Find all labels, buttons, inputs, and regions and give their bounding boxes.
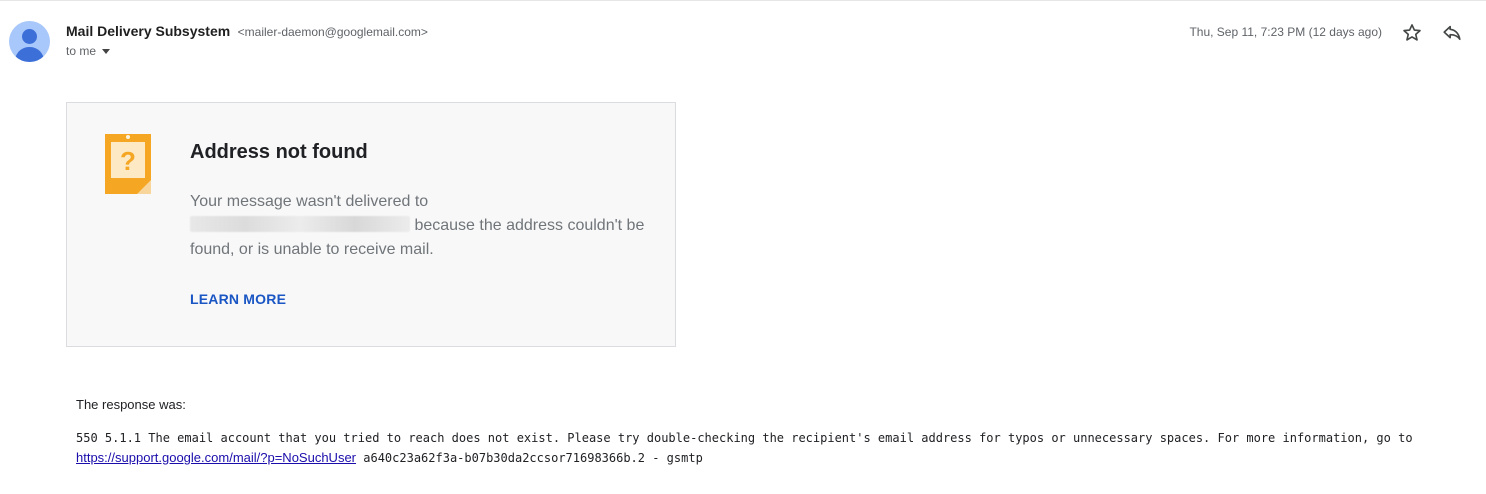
star-button[interactable] <box>1401 22 1423 44</box>
star-icon <box>1403 24 1421 41</box>
message-date: Thu, Sep 11, 7:23 PM (12 days ago) <box>1189 25 1382 39</box>
learn-more-link[interactable]: LEARN MORE <box>190 291 286 307</box>
sender-line: Mail Delivery Subsystem <mailer-daemon@g… <box>66 23 428 41</box>
card-message: Your message wasn't delivered to because… <box>190 190 650 262</box>
avatar-head <box>22 29 37 44</box>
recipient-label: to me <box>66 44 97 58</box>
support-link[interactable]: https://support.google.com/mail/?p=NoSuc… <box>76 450 356 465</box>
redacted-address <box>190 216 410 232</box>
caret-down-icon[interactable] <box>102 48 111 54</box>
card-title: Address not found <box>190 141 368 163</box>
response-details: 550 5.1.1 The email account that you tri… <box>76 429 1466 468</box>
message-before: Your message wasn't delivered to <box>190 193 429 210</box>
response-line-2: https://support.google.com/mail/?p=NoSuc… <box>76 448 1466 468</box>
sender-avatar[interactable] <box>9 21 50 62</box>
reply-icon <box>1443 25 1461 41</box>
sender-name[interactable]: Mail Delivery Subsystem <box>66 23 230 39</box>
reply-button[interactable] <box>1441 22 1463 44</box>
response-intro: The response was: <box>76 397 186 412</box>
sender-email: <mailer-daemon@googlemail.com> <box>237 25 428 39</box>
bounce-card: ? Address not found Your message wasn't … <box>66 102 676 347</box>
recipient-details-toggle[interactable]: to me <box>66 44 111 58</box>
avatar-body <box>15 47 44 62</box>
question-note-icon: ? <box>105 134 151 194</box>
svg-text:?: ? <box>120 146 136 176</box>
response-line-2-rest: a640c23a62f3a-b07b30da2ccsor71698366b.2 … <box>363 451 703 465</box>
response-line-1: 550 5.1.1 The email account that you tri… <box>76 431 1413 445</box>
message-header: Mail Delivery Subsystem <mailer-daemon@g… <box>0 0 1486 80</box>
